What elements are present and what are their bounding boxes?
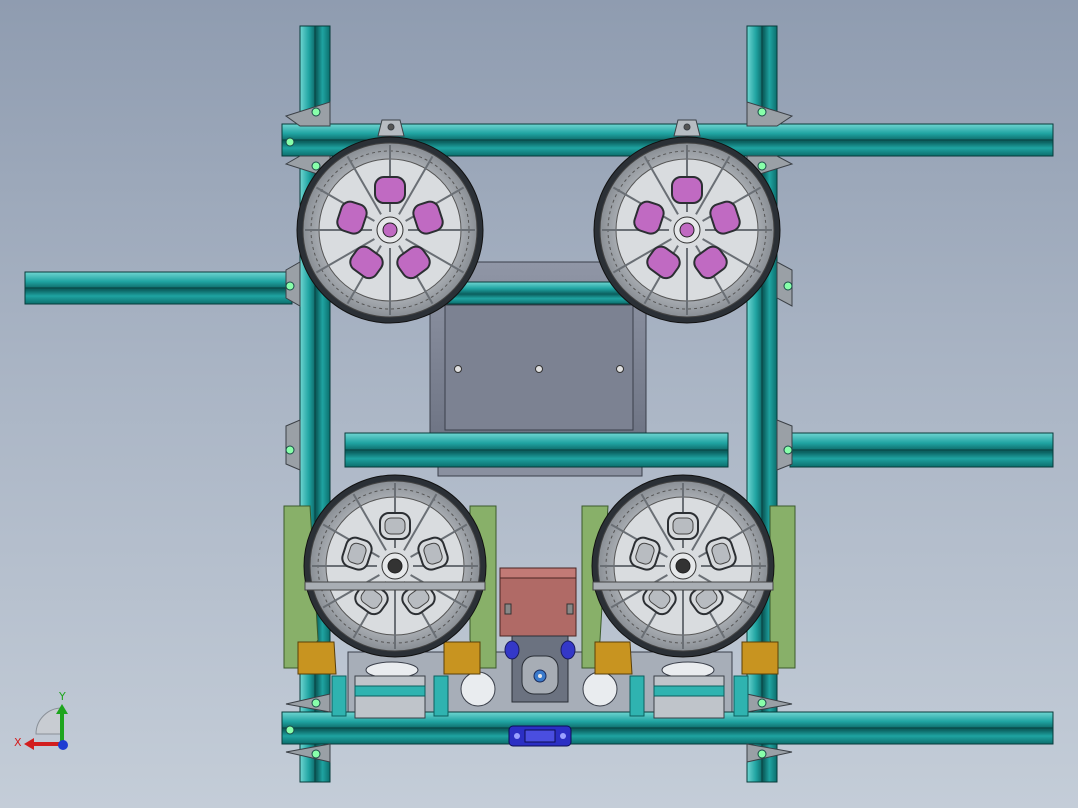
front-left-wheel[interactable] [296,136,484,324]
front-right-wheel[interactable] [593,136,781,324]
rear-left-wheel[interactable] [303,474,487,658]
robot-chassis-model[interactable]: Y X [0,0,1078,808]
center-swivel-bracket[interactable] [504,635,576,703]
coordinate-triad-icon: Y X [14,690,68,750]
triad-x-label: X [14,736,22,749]
motor-controller-box[interactable] [499,567,577,637]
triad-y-label: Y [58,690,66,703]
rear-right-wheel[interactable] [591,474,775,658]
cad-viewport[interactable]: Y X [0,0,1078,808]
triad-x-arrowhead [24,738,34,750]
caster-coupler[interactable] [508,725,572,747]
triad-z-axis [58,740,68,750]
